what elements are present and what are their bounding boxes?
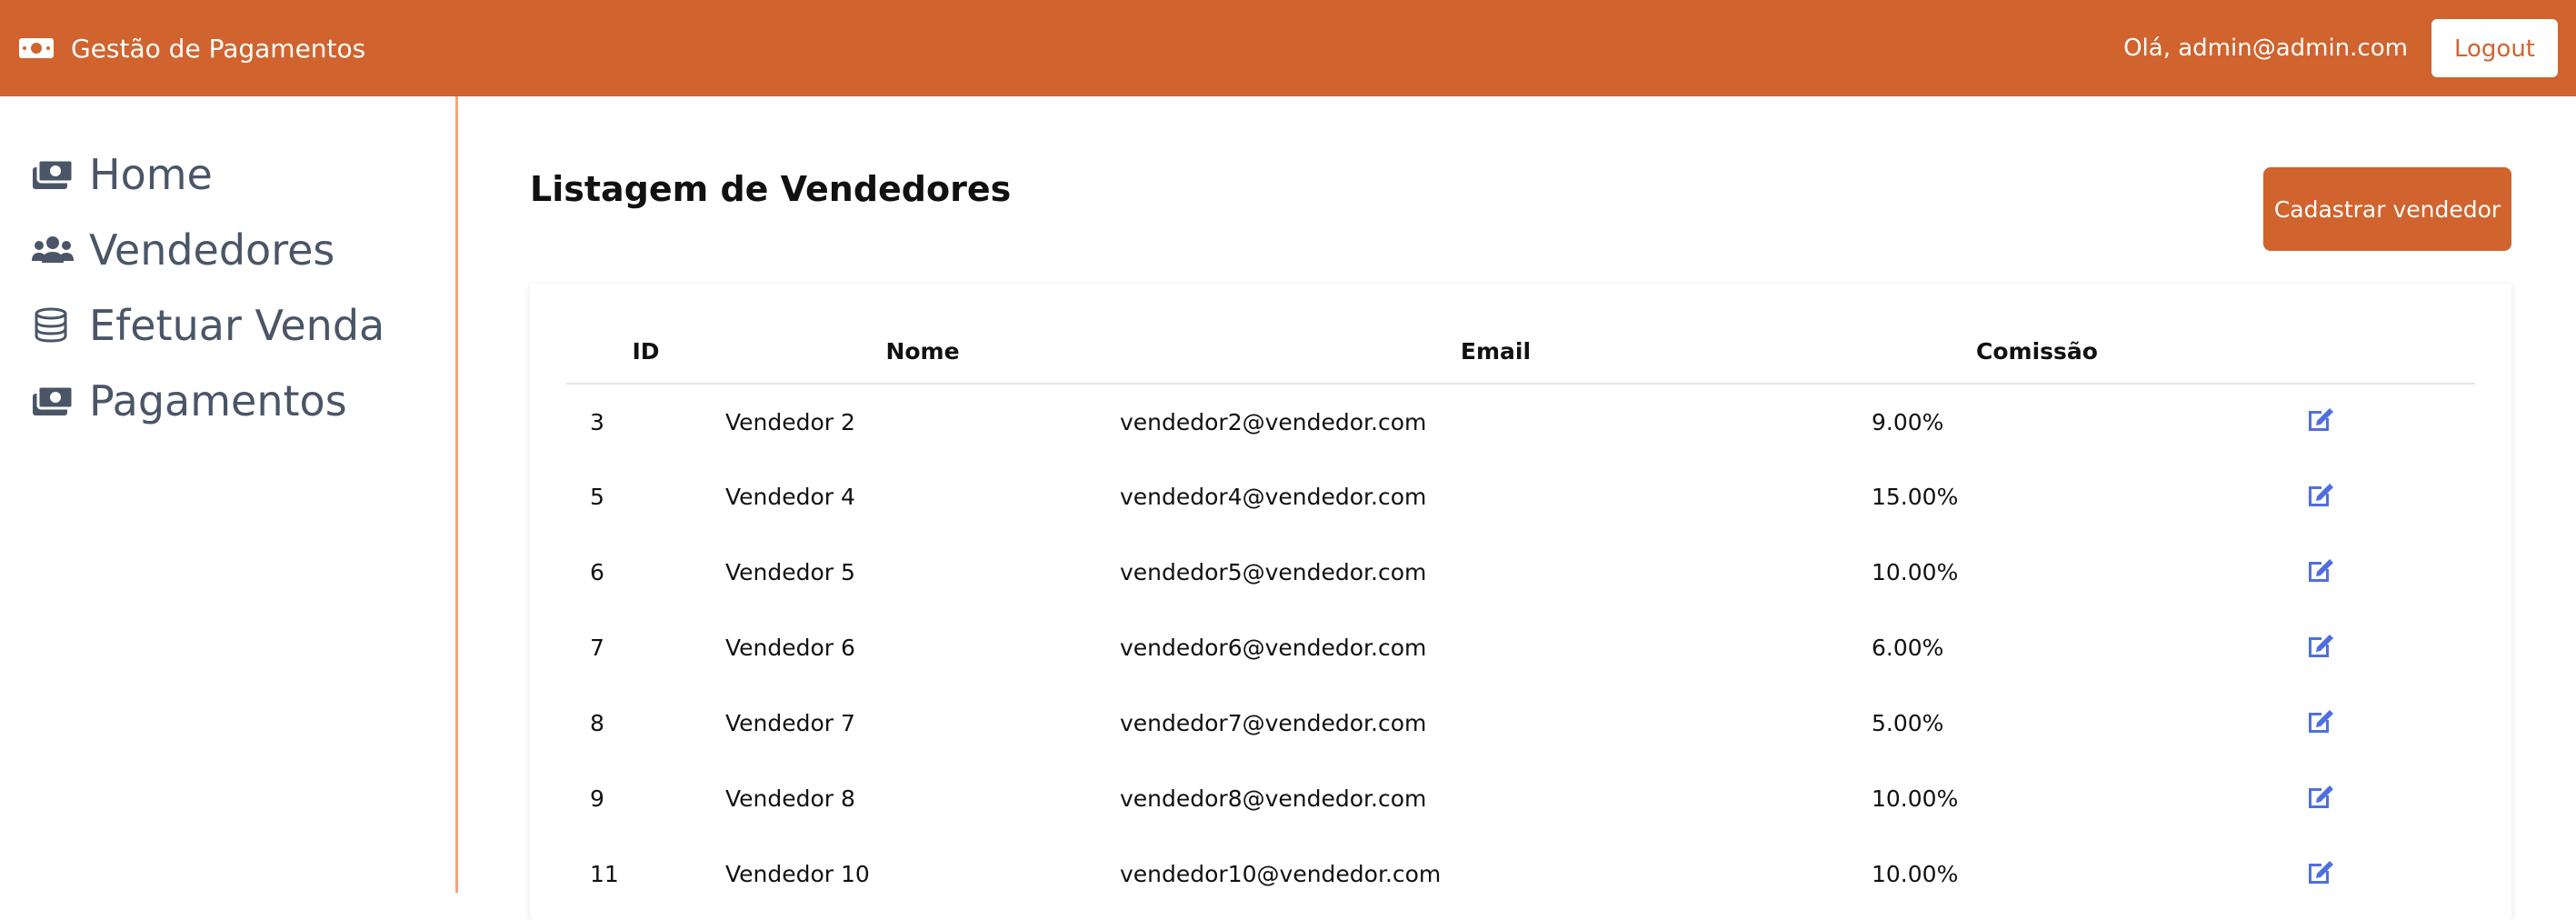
cell-id: 8: [590, 710, 604, 736]
header-nome: Nome: [725, 320, 1120, 385]
cell-comissao: 5.00%: [1872, 710, 1944, 736]
nav-right: Olá, admin@admin.com Logout: [2123, 19, 2558, 77]
main-content: Listagem de Vendedores Cadastrar vendedo…: [461, 96, 2576, 920]
top-navbar: Gestão de Pagamentos Olá, admin@admin.co…: [0, 0, 2576, 96]
cell-email: vendedor7@vendedor.com: [1120, 710, 1427, 736]
cell-actions: [2202, 761, 2475, 836]
add-vendor-button[interactable]: Cadastrar vendedor: [2263, 167, 2511, 251]
header-email: Email: [1120, 320, 1872, 385]
edit-icon[interactable]: [2304, 478, 2337, 511]
user-greeting: Olá, admin@admin.com: [2123, 35, 2408, 62]
header-comissao: Comissão: [1872, 320, 2202, 385]
cell-nome: Vendedor 10: [725, 861, 870, 887]
vendors-card: ID Nome Email Comissão 3 Vendedor 2 vended…: [530, 284, 2511, 920]
cell-actions: [2202, 459, 2475, 535]
sidebar-item-vendedores[interactable]: Vendedores: [0, 212, 455, 287]
brand[interactable]: Gestão de Pagamentos: [18, 34, 365, 64]
sidebar-item-home[interactable]: Home: [0, 136, 455, 212]
table-header-row: ID Nome Email Comissão: [566, 320, 2475, 385]
cell-email: vendedor10@vendedor.com: [1120, 861, 1442, 887]
cell-nome: Vendedor 7: [725, 710, 855, 736]
table-row: 6 Vendedor 5 vendedor5@vendedor.com 10.00%: [566, 535, 2475, 610]
edit-icon[interactable]: [2304, 705, 2337, 737]
header-id: ID: [566, 320, 725, 385]
cell-actions: [2202, 610, 2475, 685]
cell-email: vendedor8@vendedor.com: [1120, 785, 1427, 812]
vendors-table: ID Nome Email Comissão 3 Vendedor 2 vended…: [566, 320, 2475, 912]
edit-icon[interactable]: [2304, 780, 2337, 813]
coins-icon: [31, 307, 75, 344]
logout-button[interactable]: Logout: [2431, 19, 2558, 77]
page-title: Listagem de Vendedores: [530, 169, 1012, 209]
cell-comissao: 10.00%: [1872, 861, 1959, 887]
edit-icon[interactable]: [2304, 629, 2337, 662]
table-row: 9 Vendedor 8 vendedor8@vendedor.com 10.00%: [566, 761, 2475, 836]
edit-icon[interactable]: [2304, 403, 2337, 435]
cell-nome: Vendedor 4: [725, 484, 855, 510]
cell-id: 11: [590, 861, 619, 887]
cell-comissao: 15.00%: [1872, 484, 1959, 510]
edit-icon[interactable]: [2304, 855, 2337, 888]
cell-id: 3: [590, 408, 604, 435]
cell-email: vendedor4@vendedor.com: [1120, 484, 1427, 510]
cell-nome: Vendedor 5: [725, 559, 855, 585]
cell-comissao: 10.00%: [1872, 785, 1959, 812]
cell-actions: [2202, 685, 2475, 761]
cell-email: vendedor2@vendedor.com: [1120, 408, 1427, 435]
table-row: 3 Vendedor 2 vendedor2@vendedor.com 9.00%: [566, 384, 2475, 459]
sidebar: Home Vendedores Efetuar Venda Pagamentos: [0, 96, 458, 893]
cell-id: 7: [590, 635, 604, 661]
sidebar-item-efetuar-venda[interactable]: Efetuar Venda: [0, 287, 455, 363]
cell-nome: Vendedor 2: [725, 408, 855, 435]
cell-actions: [2202, 836, 2475, 912]
sidebar-item-label: Vendedores: [89, 225, 335, 275]
table-row: 7 Vendedor 6 vendedor6@vendedor.com 6.00%: [566, 610, 2475, 685]
table-row: 8 Vendedor 7 vendedor7@vendedor.com 5.00%: [566, 685, 2475, 761]
cell-comissao: 10.00%: [1872, 559, 1959, 585]
table-row: 11 Vendedor 10 vendedor10@vendedor.com 10.0…: [566, 836, 2475, 912]
cell-nome: Vendedor 6: [725, 635, 855, 661]
cell-actions: [2202, 535, 2475, 610]
cell-id: 5: [590, 484, 604, 510]
header-actions: [2202, 320, 2475, 385]
sidebar-item-label: Pagamentos: [89, 375, 347, 425]
sidebar-item-label: Efetuar Venda: [89, 300, 385, 350]
brand-title: Gestão de Pagamentos: [71, 33, 366, 64]
money-bill-icon: [31, 156, 75, 193]
sidebar-item-pagamentos[interactable]: Pagamentos: [0, 363, 455, 438]
users-icon: [31, 232, 75, 268]
cell-nome: Vendedor 8: [725, 785, 855, 812]
cell-email: vendedor5@vendedor.com: [1120, 559, 1427, 585]
sidebar-item-label: Home: [89, 149, 213, 199]
cell-actions: [2202, 384, 2475, 459]
edit-icon[interactable]: [2304, 554, 2337, 586]
table-body: 3 Vendedor 2 vendedor2@vendedor.com 9.00% 5 V…: [566, 384, 2475, 912]
cell-comissao: 6.00%: [1872, 635, 1944, 661]
money-bill-icon: [18, 35, 55, 61]
table-row: 5 Vendedor 4 vendedor4@vendedor.com 15.00%: [566, 459, 2475, 535]
cell-id: 9: [590, 785, 604, 812]
cell-email: vendedor6@vendedor.com: [1120, 635, 1427, 661]
cell-id: 6: [590, 559, 604, 585]
cell-comissao: 9.00%: [1872, 408, 1944, 435]
money-bill-icon: [31, 383, 75, 419]
